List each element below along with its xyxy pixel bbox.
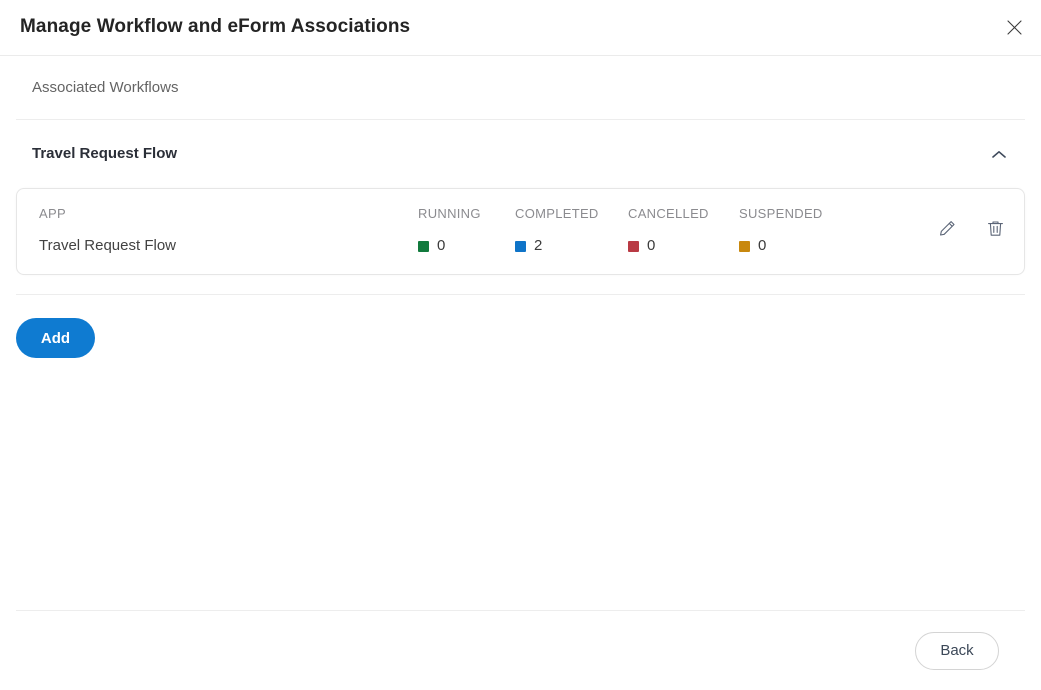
back-button[interactable]: Back <box>915 631 999 670</box>
workflow-group-header[interactable]: Travel Request Flow <box>16 120 1025 188</box>
column-header-suspended: SUSPENDED <box>739 206 823 221</box>
cell-running: 0 <box>418 237 445 255</box>
app-card: APP Travel Request Flow RUNNING 0 COMPLE… <box>16 188 1025 275</box>
pencil-icon <box>938 219 957 238</box>
column-header-completed: COMPLETED <box>515 206 599 221</box>
page-title: Manage Workflow and eForm Associations <box>20 16 411 38</box>
cell-completed-value: 2 <box>534 237 543 254</box>
dialog-footer: Back <box>0 610 1041 690</box>
footer-actions: Back <box>16 611 1025 690</box>
section-label: Associated Workflows <box>32 78 179 96</box>
add-row: Add <box>0 295 1041 358</box>
cell-suspended-value: 0 <box>758 237 767 254</box>
table-row: APP Travel Request Flow RUNNING 0 COMPLE… <box>17 189 1024 274</box>
column-header-app: APP <box>39 206 66 221</box>
collapse-toggle-button[interactable] <box>985 140 1013 168</box>
cell-app-name: Travel Request Flow <box>39 237 176 254</box>
trash-icon <box>986 219 1005 238</box>
chevron-up-icon <box>992 150 1006 159</box>
associated-workflows-section: Associated Workflows <box>16 56 1025 120</box>
row-actions <box>936 217 1006 239</box>
edit-button[interactable] <box>936 217 958 239</box>
cell-cancelled: 0 <box>628 237 655 255</box>
manage-associations-dialog: Manage Workflow and eForm Associations A… <box>0 0 1041 690</box>
status-swatch-completed <box>515 240 526 252</box>
status-swatch-suspended <box>739 240 750 252</box>
add-button[interactable]: Add <box>16 318 95 358</box>
cell-completed: 2 <box>515 237 542 255</box>
workflow-group-title: Travel Request Flow <box>32 145 178 162</box>
column-header-running: RUNNING <box>418 206 481 221</box>
status-swatch-running <box>418 240 429 252</box>
delete-button[interactable] <box>984 217 1006 239</box>
status-swatch-cancelled <box>628 240 639 252</box>
close-icon <box>1006 20 1022 35</box>
dialog-header: Manage Workflow and eForm Associations <box>0 0 1041 56</box>
cell-cancelled-value: 0 <box>647 237 656 254</box>
cell-suspended: 0 <box>739 237 766 255</box>
dialog-body: Associated Workflows Travel Request Flow… <box>0 56 1041 610</box>
close-button[interactable] <box>997 11 1031 45</box>
column-header-cancelled: CANCELLED <box>628 206 709 221</box>
cell-running-value: 0 <box>437 237 446 254</box>
